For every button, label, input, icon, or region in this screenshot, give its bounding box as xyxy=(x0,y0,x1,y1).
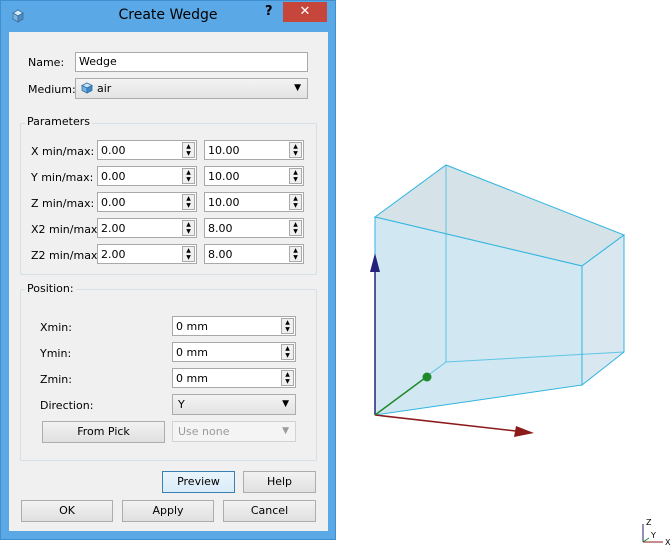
direction-select[interactable]: Y ▼ xyxy=(172,394,296,415)
spin-arrows-icon[interactable]: ▲ ▼ xyxy=(289,246,302,262)
wedge-preview-canvas: Z Y X xyxy=(370,164,671,547)
x-minmax-label: X min/max: xyxy=(31,145,95,158)
position-group-title: Position: xyxy=(25,282,76,295)
x-max-value: 10.00 xyxy=(208,144,240,157)
spin-arrows-icon[interactable]: ▲ ▼ xyxy=(281,318,294,334)
zmin-label: Zmin: xyxy=(40,373,72,386)
ymin-spinbox[interactable]: 0 mm ▲ ▼ xyxy=(172,342,296,362)
zmin-value: 0 mm xyxy=(176,372,208,385)
spin-arrows-icon[interactable]: ▲ ▼ xyxy=(281,344,294,360)
title-bar[interactable]: Create Wedge ? ✕ xyxy=(1,1,335,31)
spin-arrows-icon[interactable]: ▲ ▼ xyxy=(289,168,302,184)
medium-value: air xyxy=(97,82,112,95)
medium-cube-icon xyxy=(81,82,93,94)
z2-max-value: 8.00 xyxy=(208,248,233,261)
spin-arrows-icon[interactable]: ▲ ▼ xyxy=(182,142,195,158)
3d-viewport[interactable]: Z Y X xyxy=(336,0,672,547)
spin-arrows-icon[interactable]: ▲ ▼ xyxy=(289,220,302,236)
dialog-body: Name: Wedge Medium: air ▼ Parameters X m… xyxy=(9,32,328,531)
y-min-spinbox[interactable]: 0.00 ▲ ▼ xyxy=(97,166,197,186)
create-wedge-dialog: Create Wedge ? ✕ Name: Wedge Medium: air… xyxy=(0,0,336,540)
x2-min-spinbox[interactable]: 2.00 ▲ ▼ xyxy=(97,218,197,238)
z-min-value: 0.00 xyxy=(101,196,126,209)
chevron-down-icon: ▼ xyxy=(282,426,289,436)
x-max-spinbox[interactable]: 10.00 ▲ ▼ xyxy=(204,140,304,160)
z2-min-value: 2.00 xyxy=(101,248,126,261)
ymin-label: Ymin: xyxy=(40,347,72,360)
chevron-down-icon: ▼ xyxy=(282,399,289,409)
spin-arrows-icon[interactable]: ▲ ▼ xyxy=(281,370,294,386)
x-axis-line xyxy=(374,414,525,433)
direction-value: Y xyxy=(178,398,185,411)
zmin-spinbox[interactable]: 0 mm ▲ ▼ xyxy=(172,368,296,388)
xmin-spinbox[interactable]: 0 mm ▲ ▼ xyxy=(172,316,296,336)
close-icon: ✕ xyxy=(299,4,311,19)
chevron-down-icon: ▼ xyxy=(294,83,301,93)
triad-z-label: Z xyxy=(646,518,652,527)
x-axis-arrowhead xyxy=(514,426,534,437)
x2-max-spinbox[interactable]: 8.00 ▲ ▼ xyxy=(204,218,304,238)
x-min-spinbox[interactable]: 0.00 ▲ ▼ xyxy=(97,140,197,160)
triad-x-label: X xyxy=(665,538,671,547)
close-button[interactable]: ✕ xyxy=(283,2,327,22)
xmin-label: Xmin: xyxy=(40,321,72,334)
y-axis-arrowhead xyxy=(422,372,432,382)
from-pick-button[interactable]: From Pick xyxy=(42,421,165,443)
z2-minmax-label: Z2 min/max: xyxy=(31,249,102,262)
spin-arrows-icon[interactable]: ▲ ▼ xyxy=(182,246,195,262)
direction-label: Direction: xyxy=(40,399,94,412)
spin-arrows-icon[interactable]: ▲ ▼ xyxy=(182,220,195,236)
x-min-value: 0.00 xyxy=(101,144,126,157)
spin-arrows-icon[interactable]: ▲ ▼ xyxy=(182,168,195,184)
x2-min-value: 2.00 xyxy=(101,222,126,235)
xmin-value: 0 mm xyxy=(176,320,208,333)
wedge-shape xyxy=(373,164,626,416)
z-min-spinbox[interactable]: 0.00 ▲ ▼ xyxy=(97,192,197,212)
preview-button[interactable]: Preview xyxy=(162,471,235,493)
help-question-button[interactable]: ? xyxy=(265,4,273,19)
medium-select[interactable]: air ▼ xyxy=(75,78,308,99)
spin-arrows-icon[interactable]: ▲ ▼ xyxy=(182,194,195,210)
pick-mode-select[interactable]: Use none ▼ xyxy=(172,421,296,442)
orientation-triad: Z Y X xyxy=(642,518,671,547)
name-label: Name: xyxy=(28,56,65,69)
name-input[interactable]: Wedge xyxy=(75,52,308,72)
y-max-value: 10.00 xyxy=(208,170,240,183)
y-max-spinbox[interactable]: 10.00 ▲ ▼ xyxy=(204,166,304,186)
cancel-button[interactable]: Cancel xyxy=(223,500,316,522)
y-min-value: 0.00 xyxy=(101,170,126,183)
help-button[interactable]: Help xyxy=(243,471,316,493)
parameters-group-title: Parameters xyxy=(25,115,92,128)
ok-button[interactable]: OK xyxy=(21,500,113,522)
spin-arrows-icon[interactable]: ▲ ▼ xyxy=(289,194,302,210)
spin-arrows-icon[interactable]: ▲ ▼ xyxy=(289,142,302,158)
apply-button[interactable]: Apply xyxy=(122,500,214,522)
x2-minmax-label: X2 min/max: xyxy=(31,223,102,236)
z-max-spinbox[interactable]: 10.00 ▲ ▼ xyxy=(204,192,304,212)
triad-y-label: Y xyxy=(650,531,656,540)
z-minmax-label: Z min/max: xyxy=(31,197,95,210)
y-minmax-label: Y min/max: xyxy=(31,171,94,184)
pick-mode-value: Use none xyxy=(178,425,230,438)
medium-label: Medium: xyxy=(28,83,76,96)
z2-min-spinbox[interactable]: 2.00 ▲ ▼ xyxy=(97,244,197,264)
z2-max-spinbox[interactable]: 8.00 ▲ ▼ xyxy=(204,244,304,264)
x2-max-value: 8.00 xyxy=(208,222,233,235)
ymin-value: 0 mm xyxy=(176,346,208,359)
z-max-value: 10.00 xyxy=(208,196,240,209)
